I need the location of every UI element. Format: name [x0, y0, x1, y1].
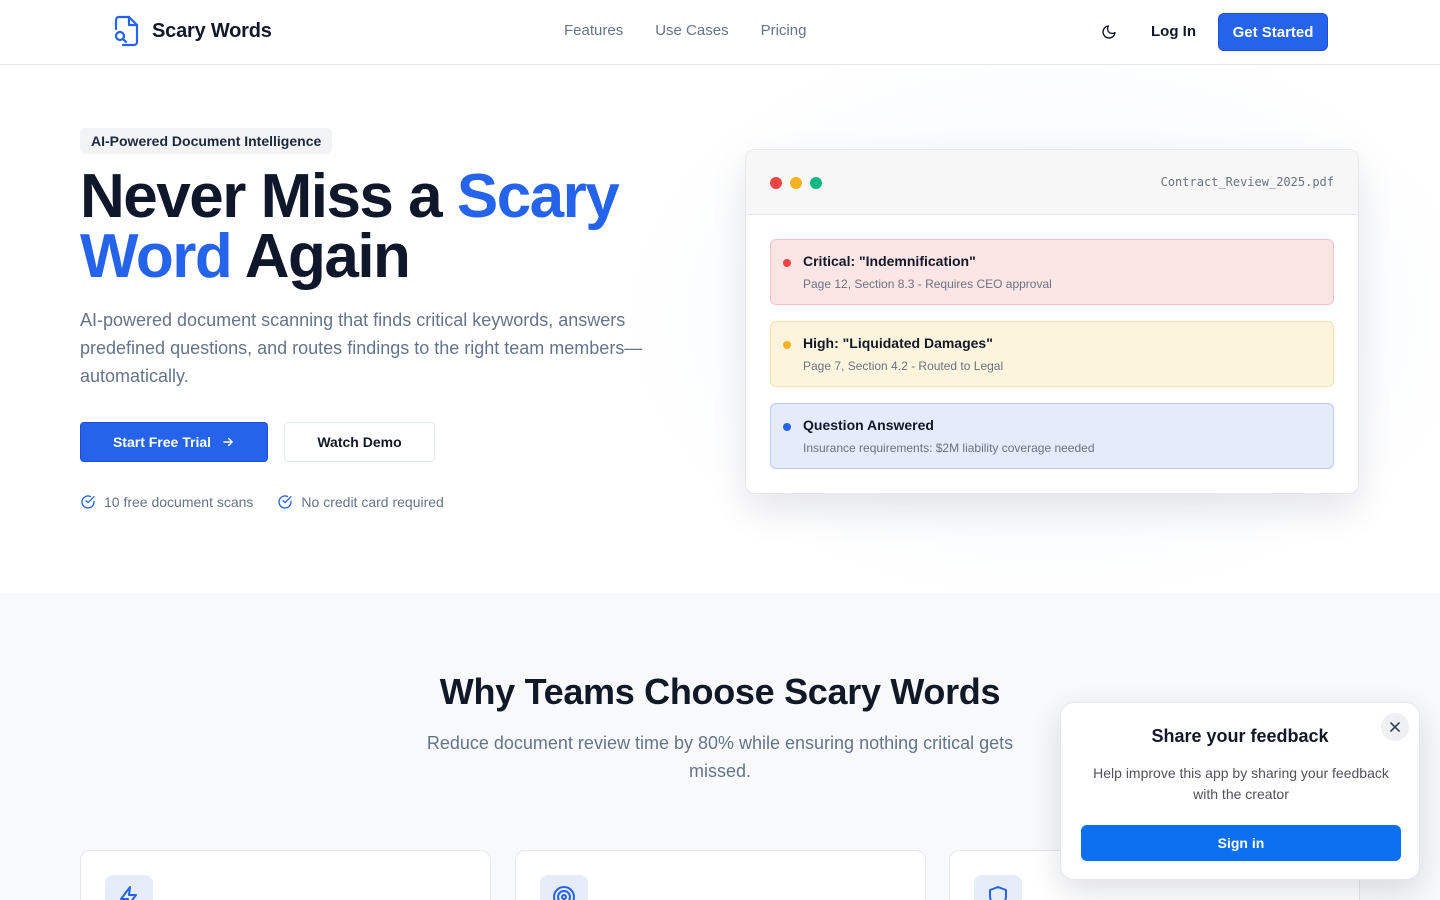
- hero-badge: AI-Powered Document Intelligence: [80, 128, 333, 154]
- finding-high: High: "Liquidated Damages" Page 7, Secti…: [770, 321, 1334, 387]
- nav-use-cases[interactable]: Use Cases: [655, 22, 728, 39]
- lightning-icon: [120, 886, 137, 900]
- main-nav: Features Use Cases Pricing: [564, 22, 806, 39]
- brand-name: Scary Words: [152, 19, 272, 42]
- nav-features[interactable]: Features: [564, 22, 623, 39]
- document-preview-card: Contract_Review_2025.pdf Critical: "Inde…: [745, 149, 1359, 494]
- target-icon: [553, 886, 575, 900]
- feedback-text: Help improve this app by sharing your fe…: [1093, 765, 1389, 802]
- get-started-button[interactable]: Get Started: [1218, 13, 1328, 51]
- headline-part-1: Never Miss a: [80, 162, 457, 231]
- arrow-right-icon: [223, 437, 233, 447]
- feature-icon-tile: [105, 875, 153, 900]
- feature-card: [80, 850, 491, 900]
- feature-card: [515, 850, 926, 900]
- shield-icon: [989, 886, 1007, 900]
- finding-title: Critical: "Indemnification": [803, 253, 976, 269]
- sign-in-button[interactable]: Sign in: [1081, 825, 1401, 861]
- check-circle-icon: [278, 495, 293, 509]
- severity-dot: [783, 341, 791, 349]
- site-header: Scary Words Features Use Cases Pricing L…: [0, 0, 1440, 65]
- why-subtitle: Reduce document review time by 80% while…: [426, 733, 1014, 781]
- finding-detail: Page 7, Section 4.2 - Routed to Legal: [803, 359, 1004, 373]
- document-file-name: Contract_Review_2025.pdf: [1160, 175, 1334, 189]
- nav-pricing[interactable]: Pricing: [761, 22, 807, 39]
- hero-headline: Never Miss a Scary Word Again: [80, 166, 700, 288]
- hero-section: AI-Powered Document Intelligence Never M…: [0, 65, 1440, 593]
- severity-dot: [783, 259, 791, 267]
- start-free-trial-button[interactable]: Start Free Trial: [80, 422, 268, 462]
- document-window-bar: Contract_Review_2025.pdf: [746, 150, 1358, 215]
- feedback-title: Share your feedback: [1151, 726, 1329, 746]
- window-dot-red: [770, 177, 782, 189]
- finding-detail: Insurance requirements: $2M liability co…: [803, 441, 1095, 455]
- document-search-icon: [114, 15, 139, 47]
- moon-icon: [1102, 25, 1116, 39]
- check-item: No credit card required: [277, 494, 444, 510]
- watch-demo-button[interactable]: Watch Demo: [284, 422, 435, 462]
- check-circle-icon: [81, 495, 95, 509]
- finding-title: High: "Liquidated Damages": [803, 335, 993, 351]
- check-label: No credit card required: [301, 494, 444, 510]
- headline-part-2: Again: [231, 222, 411, 291]
- feedback-popup: Share your feedback Help improve this ap…: [1060, 702, 1420, 880]
- finding-detail: Page 12, Section 8.3 - Requires CEO appr…: [803, 277, 1052, 291]
- hero-checklist: 10 free document scans No credit card re…: [80, 494, 444, 510]
- finding-title: Question Answered: [803, 417, 934, 433]
- finding-question-answered: Question Answered Insurance requirements…: [770, 403, 1334, 469]
- severity-dot: [783, 423, 791, 431]
- brand-logo[interactable]: Scary Words: [112, 15, 272, 47]
- theme-toggle-button[interactable]: [1096, 19, 1122, 45]
- login-button[interactable]: Log In: [1141, 21, 1206, 43]
- finding-critical: Critical: "Indemnification" Page 12, Sec…: [770, 239, 1334, 305]
- feature-icon-tile: [540, 875, 588, 900]
- check-item: 10 free document scans: [80, 494, 253, 510]
- window-dots: [770, 177, 822, 189]
- start-free-trial-label: Start Free Trial: [112, 434, 212, 450]
- feature-icon-tile: [974, 875, 1022, 900]
- window-dot-green: [810, 177, 822, 189]
- window-dot-yellow: [790, 177, 802, 189]
- hero-subcopy: AI-powered document scanning that finds …: [80, 310, 643, 386]
- check-label: 10 free document scans: [104, 494, 254, 510]
